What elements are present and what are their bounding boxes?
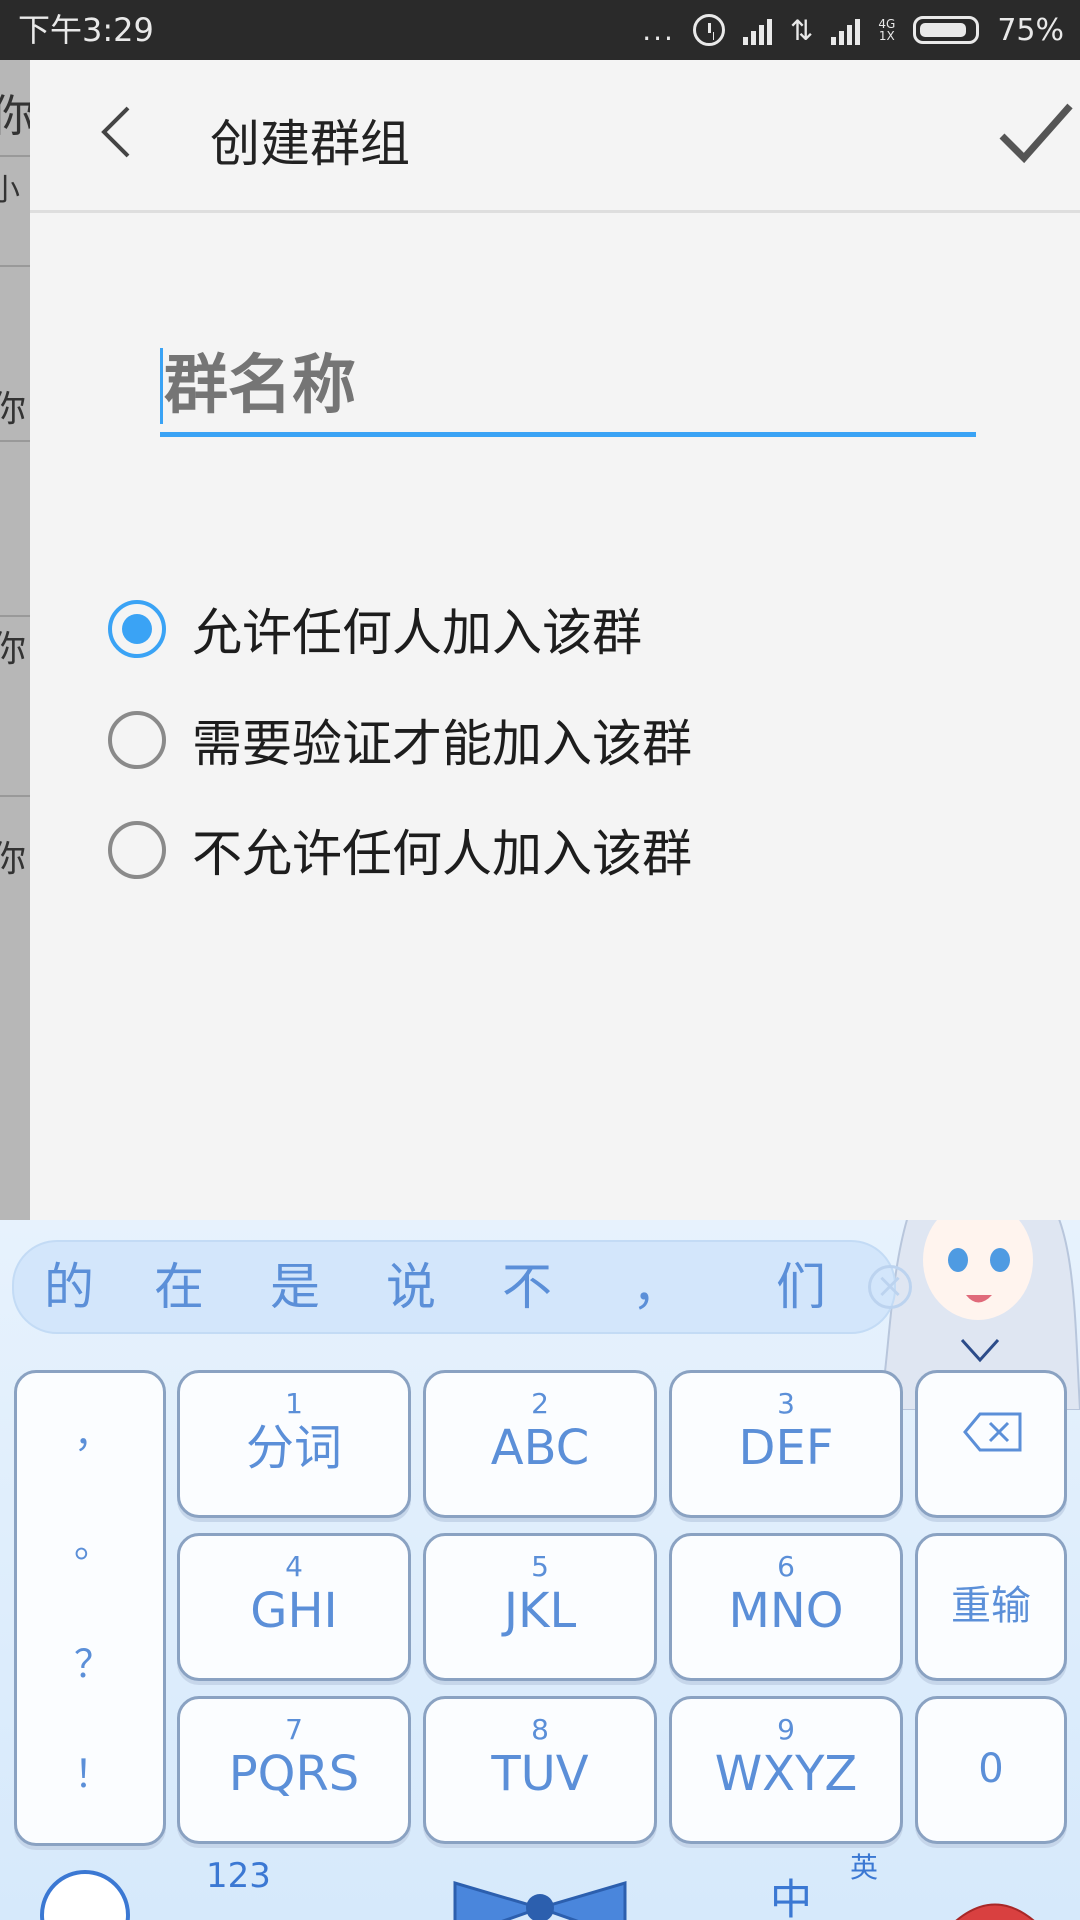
join-option-none[interactable]: 不允许任何人加入该群 [108,817,692,883]
zero-key-label: 0 [978,1746,1004,1792]
checkmark-icon[interactable] [998,100,1074,168]
backspace-key[interactable] [915,1370,1067,1518]
join-option-verify[interactable]: 需要验证才能加入该群 [108,707,692,773]
key-4[interactable]: 4 GHI [177,1533,411,1681]
signal-icon-2 [831,15,861,45]
background-char: 你 [0,839,27,880]
key-1[interactable]: 1 分词 [177,1370,411,1518]
key-label: JKL [503,1583,577,1639]
background-char: 你 [0,91,30,142]
candidate-bar: 的 在 是 说 不 ， 们 [12,1240,896,1334]
page-title: 创建群组 [210,115,410,173]
create-group-page: 创建群组 允许任何人加入该群 需要验证才能加入该群 不允许任何人加入该群 [30,60,1080,1220]
radio-unselected-icon[interactable] [108,821,166,879]
more-dots-icon: ... [642,13,675,47]
back-chevron-icon[interactable] [88,102,148,162]
close-candidates-icon[interactable]: × [868,1265,912,1309]
key-number: 9 [777,1713,795,1746]
background-char: 小 [0,173,20,208]
candidate-word[interactable]: ， [632,1242,682,1332]
background-char: 你 [0,629,27,670]
group-name-field[interactable] [160,340,980,437]
radio-unselected-icon[interactable] [108,711,166,769]
key-label: DEF [738,1420,834,1476]
numbers-switch-button[interactable]: 123 [206,1856,271,1896]
key-label: WXYZ [714,1746,858,1802]
radio-selected-icon[interactable] [108,600,166,658]
key-6[interactable]: 6 MNO [669,1533,903,1681]
group-name-input[interactable] [160,340,980,432]
background-screen-edge: 你 小 你 你 你 [0,60,30,1220]
key-8[interactable]: 8 TUV [423,1696,657,1844]
key-number: 1 [285,1387,303,1420]
key-label: PQRS [228,1746,360,1802]
punctuation-item[interactable]: 。 [17,1513,169,1568]
key-label: 分词 [245,1420,342,1476]
data-arrows-icon: ⇅ [789,13,814,47]
key-number: 6 [777,1550,795,1583]
punctuation-key[interactable]: ， 。 ？ ！ [14,1370,166,1846]
join-option-anyone[interactable]: 允许任何人加入该群 [108,596,642,662]
battery-percent: 75% [997,12,1064,48]
join-option-label: 需要验证才能加入该群 [192,715,692,773]
candidate-word[interactable]: 在 [154,1242,204,1332]
candidate-word[interactable]: 不 [502,1242,552,1332]
candidate-word[interactable]: 是 [270,1242,320,1332]
signal-icon [742,15,772,45]
status-time: 下午3:29 [18,11,154,49]
reset-key[interactable]: 重输 [915,1533,1067,1681]
background-char: 你 [0,389,27,430]
language-zh-label[interactable]: 中 [770,1866,812,1920]
top-bar: 创建群组 [30,60,1080,213]
key-number: 5 [531,1550,549,1583]
candidate-word[interactable]: 们 [776,1242,826,1332]
key-number: 8 [531,1713,549,1746]
ime-keyboard: 的 在 是 说 不 ， 们 × ， 。 ？ ！ 1 分词 2 ABC 3 DEF… [0,1220,1080,1920]
key-3[interactable]: 3 DEF [669,1370,903,1518]
battery-icon [913,16,980,44]
status-bar: 下午3:29 ... ⇅ 4G 1X 75% [0,0,1080,60]
key-9[interactable]: 9 WXYZ [669,1696,903,1844]
umbrella-decoration-icon [955,1903,1035,1920]
key-label: MNO [728,1583,844,1639]
candidate-word[interactable]: 说 [386,1242,436,1332]
key-7[interactable]: 7 PQRS [177,1696,411,1844]
status-icons: ... ⇅ 4G 1X 75% [642,8,1064,52]
join-option-label: 不允许任何人加入该群 [192,825,692,883]
punctuation-item[interactable]: ！ [17,1743,169,1798]
key-number: 7 [285,1713,303,1746]
network-type: 4G 1X [878,18,895,42]
backspace-icon [963,1412,1022,1452]
alarm-icon [692,14,725,46]
punctuation-item[interactable]: ， [17,1403,169,1458]
key-2[interactable]: 2 ABC [423,1370,657,1518]
bow-space-key-icon[interactable] [445,1878,635,1920]
key-label: ABC [490,1420,590,1476]
key-label: GHI [250,1583,338,1639]
reset-key-label: 重输 [951,1583,1031,1629]
candidate-word[interactable]: 的 [44,1242,94,1332]
flower-decoration-icon [40,1870,130,1920]
network-type-bottom: 1X [878,29,895,43]
key-number: 4 [285,1550,303,1583]
key-5[interactable]: 5 JKL [423,1533,657,1681]
key-number: 2 [531,1387,549,1420]
key-label: TUV [491,1746,589,1802]
key-number: 3 [777,1387,795,1420]
punctuation-item[interactable]: ？ [17,1633,169,1688]
language-en-label[interactable]: 英 [850,1846,878,1886]
join-option-label: 允许任何人加入该群 [192,604,642,662]
zero-key[interactable]: 0 [915,1696,1067,1844]
